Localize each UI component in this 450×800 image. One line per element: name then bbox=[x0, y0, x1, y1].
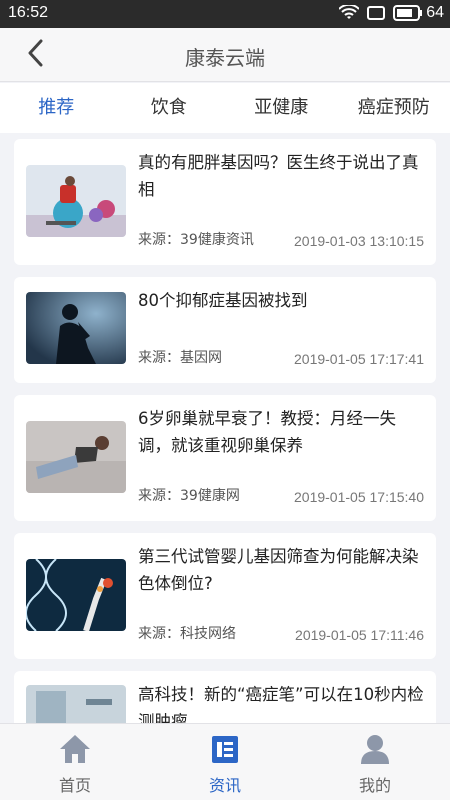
woman-lying-photo bbox=[26, 421, 126, 493]
article-card[interactable]: 真的有肥胖基因吗？医生终于说出了真相 来源：39健康资讯 2019-01-03 … bbox=[14, 139, 436, 265]
article-card[interactable]: 80个抑郁症基因被找到 来源：基因网 2019-01-05 17:17:41 bbox=[14, 277, 436, 383]
exercise-ball-photo bbox=[26, 165, 126, 237]
nav-bar: 康泰云端 bbox=[0, 28, 450, 82]
article-card[interactable]: 6岁卵巢就早衰了！教授：月经一失调，就该重视卵巢保养 来源：39健康网 2019… bbox=[14, 395, 436, 521]
tab-sub-health[interactable]: 亚健康 bbox=[225, 83, 338, 133]
dna-photo bbox=[26, 559, 126, 631]
lab-photo bbox=[26, 685, 126, 723]
depressed-person-photo bbox=[26, 292, 126, 364]
article-source: 来源：科技网络 bbox=[138, 626, 236, 642]
battery-indicator: 64 bbox=[393, 4, 444, 22]
battery-icon bbox=[393, 5, 423, 21]
nav-home-label: 首页 bbox=[58, 776, 91, 795]
article-time: 2019-01-05 17:15:40 bbox=[294, 489, 424, 505]
status-time: 16:52 bbox=[8, 4, 49, 21]
article-title: 6岁卵巢就早衰了！教授：月经一失调，就该重视卵巢保养 bbox=[138, 409, 396, 455]
article-source: 来源：基因网 bbox=[138, 350, 222, 366]
nav-news[interactable]: 资讯 bbox=[150, 724, 300, 800]
tab-cancer-prevention[interactable]: 癌症预防 bbox=[338, 83, 450, 133]
status-bar: 16:52 64 bbox=[0, 0, 450, 28]
article-title: 高科技！新的“癌症笔”可以在10秒内检测肿瘤 bbox=[138, 685, 424, 723]
category-tabs: 推荐 饮食 亚健康 癌症预防 bbox=[0, 83, 450, 133]
bottom-nav: 首页 资讯 我的 bbox=[0, 723, 450, 800]
article-feed[interactable]: 真的有肥胖基因吗？医生终于说出了真相 来源：39健康资讯 2019-01-03 … bbox=[0, 133, 450, 723]
nav-profile[interactable]: 我的 bbox=[300, 724, 450, 800]
page-title: 康泰云端 bbox=[185, 46, 265, 70]
battery-level: 64 bbox=[426, 4, 444, 21]
screen-icon bbox=[367, 5, 386, 21]
home-icon bbox=[58, 732, 92, 766]
nav-home[interactable]: 首页 bbox=[0, 724, 150, 800]
article-title: 第三代试管婴儿基因筛查为何能解决染色体倒位? bbox=[138, 547, 419, 593]
news-icon bbox=[208, 732, 242, 766]
article-card[interactable]: 第三代试管婴儿基因筛查为何能解决染色体倒位? 来源：科技网络 2019-01-0… bbox=[14, 533, 436, 659]
article-time: 2019-01-03 13:10:15 bbox=[294, 233, 424, 249]
article-time: 2019-01-05 17:17:41 bbox=[294, 351, 424, 367]
nav-news-label: 资讯 bbox=[208, 776, 241, 795]
article-title: 80个抑郁症基因被找到 bbox=[138, 291, 308, 310]
status-icons: 64 bbox=[339, 4, 444, 22]
article-time: 2019-01-05 17:11:46 bbox=[295, 627, 424, 643]
tab-diet[interactable]: 饮食 bbox=[113, 83, 226, 133]
profile-icon bbox=[358, 732, 392, 766]
wifi-icon bbox=[339, 5, 360, 21]
article-source: 来源：39健康资讯 bbox=[138, 232, 254, 248]
article-card[interactable]: 高科技！新的“癌症笔”可以在10秒内检测肿瘤 bbox=[14, 671, 436, 723]
article-source: 来源：39健康网 bbox=[138, 488, 240, 504]
article-title: 真的有肥胖基因吗？医生终于说出了真相 bbox=[138, 153, 419, 199]
nav-profile-label: 我的 bbox=[358, 776, 391, 795]
tab-recommended[interactable]: 推荐 bbox=[0, 83, 113, 133]
